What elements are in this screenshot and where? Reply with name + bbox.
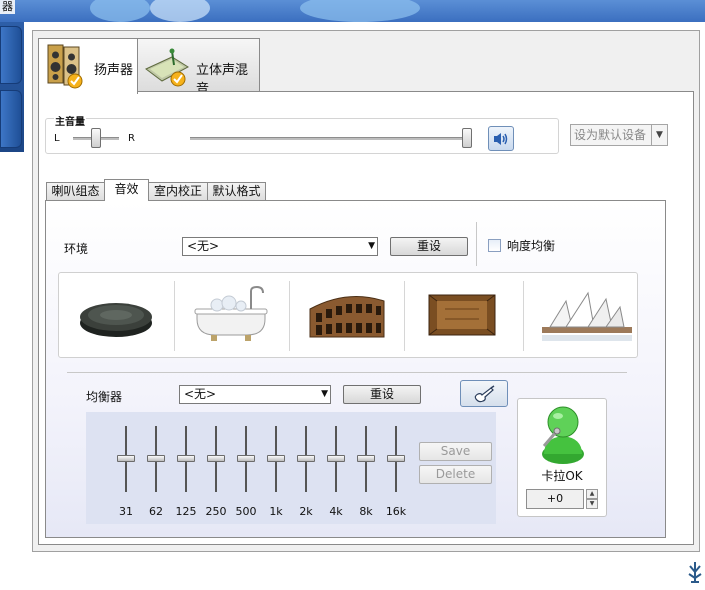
set-default-device-dropdown[interactable]: 设为默认设备 ▼ (570, 124, 668, 146)
volume-track (190, 137, 472, 140)
eq-band-label: 500 (235, 505, 257, 518)
eq-band-slider-thumb[interactable] (297, 455, 315, 462)
eq-band-8k: 8k (351, 412, 381, 524)
eq-save-button[interactable]: Save (419, 442, 492, 461)
eq-band-500: 500 (231, 412, 261, 524)
subtab-effects-label: 音效 (114, 182, 139, 196)
subtab-effects[interactable]: 音效 (104, 179, 149, 201)
subtab-speaker-config[interactable]: 喇叭组态 (46, 182, 105, 200)
preset-padded-cell[interactable] (405, 273, 519, 357)
equalizer-reset-button[interactable]: 重设 (343, 385, 421, 404)
bathtub-icon (194, 285, 268, 341)
eq-band-4k: 4k (321, 412, 351, 524)
master-volume-group (45, 118, 559, 154)
eq-band-label: 4k (329, 505, 343, 518)
environment-dropdown[interactable]: <无> ▼ (182, 237, 378, 256)
eq-band-slider-thumb[interactable] (387, 455, 405, 462)
set-default-device-label: 设为默认设备 (574, 128, 647, 142)
subtab-speaker-config-label: 喇叭组态 (51, 184, 100, 198)
balance-slider-thumb[interactable] (91, 128, 101, 148)
chevron-down-icon: ▼ (651, 125, 667, 145)
eq-band-2k: 2k (291, 412, 321, 524)
balance-right-label: R (128, 133, 135, 144)
environment-label: 环境 (64, 242, 89, 256)
preset-colosseum[interactable] (290, 273, 404, 357)
tab-speakers[interactable]: 扬声器 (38, 38, 138, 94)
guitar-mode-button[interactable] (460, 380, 508, 407)
stereo-mix-icon (145, 48, 189, 87)
loudness-label: 响度均衡 (507, 239, 556, 253)
eq-band-31: 31 (111, 412, 141, 524)
tab-speakers-label: 扬声器 (94, 63, 134, 78)
desktop-top-strip (0, 0, 705, 22)
karaoke-label: 卡拉OK (541, 469, 583, 483)
preset-stone[interactable] (59, 273, 173, 357)
subtab-room-correction-label: 室内校正 (153, 184, 202, 198)
master-volume-label: 主音量 (54, 113, 86, 128)
speaker-tab-icon (47, 44, 83, 89)
preset-opera-house[interactable] (524, 273, 638, 357)
eq-band-slider-thumb[interactable] (327, 455, 345, 462)
eq-band-label: 1k (269, 505, 283, 518)
eq-band-16k: 16k (381, 412, 411, 524)
eq-band-slider-thumb[interactable] (267, 455, 285, 462)
chevron-down-icon: ▼ (321, 389, 328, 399)
speaker-volume-icon (494, 132, 508, 145)
environment-reset-button[interactable]: 重设 (390, 237, 468, 256)
padded-cell-icon (428, 294, 496, 336)
eq-band-1k: 1k (261, 412, 291, 524)
subtab-default-format-label: 默认格式 (212, 184, 261, 198)
mute-toggle-button[interactable] (488, 126, 514, 151)
eq-delete-button[interactable]: Delete (419, 465, 492, 484)
eq-band-250: 250 (201, 412, 231, 524)
corner-logo-icon (688, 562, 702, 583)
subtab-default-format[interactable]: 默认格式 (207, 182, 266, 200)
opera-house-icon (542, 291, 632, 341)
eq-band-label: 8k (359, 505, 373, 518)
eq-band-slider-thumb[interactable] (357, 455, 375, 462)
eq-band-label: 31 (119, 505, 133, 518)
balance-left-label: L (54, 133, 60, 144)
preset-bathroom[interactable] (175, 273, 289, 357)
eq-band-slider-thumb[interactable] (117, 455, 135, 462)
stone-disc-icon (80, 303, 152, 337)
eq-band-label: 16k (385, 505, 407, 518)
eq-band-slider-thumb[interactable] (207, 455, 225, 462)
eq-band-slider-thumb[interactable] (237, 455, 255, 462)
taskbar-accent (0, 22, 24, 152)
eq-band-label: 2k (299, 505, 313, 518)
equalizer-dropdown[interactable]: <无> ▼ (179, 385, 331, 404)
eq-band-125: 125 (171, 412, 201, 524)
environment-presets (58, 272, 638, 358)
eq-band-label: 250 (205, 505, 227, 518)
karaoke-up-button[interactable]: ▲ (586, 489, 598, 499)
guitar-icon (474, 385, 495, 403)
eq-band-label: 125 (175, 505, 197, 518)
window-title-fragment: 器 (0, 0, 15, 14)
eq-band-slider-thumb[interactable] (177, 455, 195, 462)
chevron-down-icon: ▼ (368, 241, 375, 251)
loudness-checkbox[interactable] (488, 239, 501, 252)
volume-slider-thumb[interactable] (462, 128, 472, 148)
section-divider (67, 372, 627, 373)
equalizer-selected: <无> (184, 387, 217, 401)
eq-band-label: 62 (149, 505, 163, 518)
karaoke-value-field[interactable]: +0 (526, 489, 584, 509)
subtab-room-correction[interactable]: 室内校正 (148, 182, 208, 200)
eq-band-62: 62 (141, 412, 171, 524)
tab-stereo-mix[interactable]: 立体声混音 (137, 38, 260, 97)
environment-selected: <无> (187, 239, 220, 253)
divider (476, 222, 477, 266)
equalizer-label: 均衡器 (86, 390, 123, 404)
eq-band-slider-thumb[interactable] (147, 455, 165, 462)
karaoke-singer-icon (542, 406, 584, 464)
colosseum-icon (309, 296, 385, 338)
karaoke-down-button[interactable]: ▼ (586, 499, 598, 509)
